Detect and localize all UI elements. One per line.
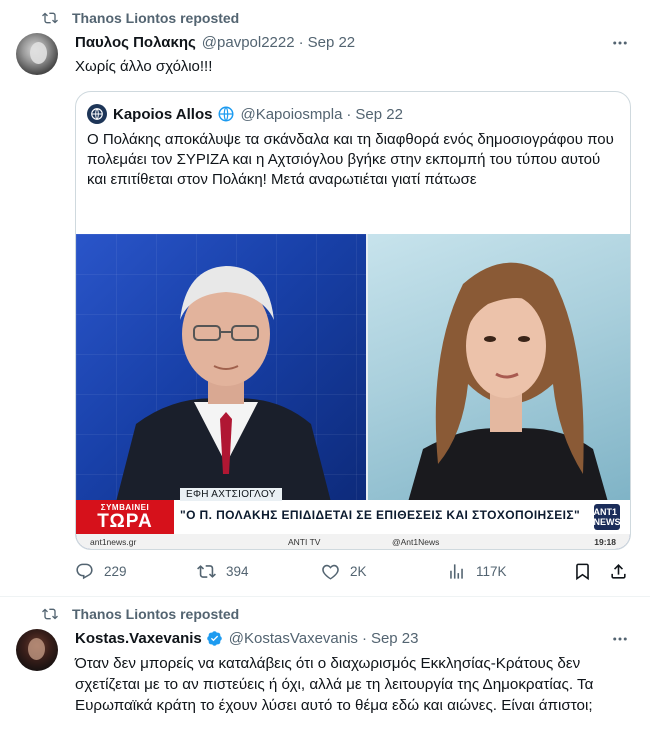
tag-big-text: ΤΩΡΑ (97, 511, 153, 532)
tweet-text: Όταν δεν μπορείς να καταλάβεις ότι ο δια… (75, 655, 594, 714)
guest-figure (408, 262, 608, 502)
avatar[interactable] (16, 33, 58, 75)
share-button[interactable] (609, 562, 638, 581)
repost-icon (197, 565, 216, 578)
repost-label: Thanos Liontos reposted (72, 606, 240, 622)
author-handle[interactable]: @KostasVaxevanis (229, 630, 358, 647)
like-icon (322, 564, 339, 580)
separator-dot: · (361, 630, 367, 647)
tweet[interactable]: Thanos Liontos reposted Kostas.Vaxevanis… (0, 598, 650, 754)
site-text: ant1news.gr (90, 537, 137, 547)
breaking-tag: ΣΥΜΒΑΙΝΕΙ ΤΩΡΑ (76, 500, 174, 534)
like-button[interactable]: 2K (321, 562, 367, 581)
quote-avatar (87, 104, 107, 124)
bookmark-button[interactable] (573, 562, 602, 581)
video-still-right (368, 234, 630, 502)
repost-context[interactable]: Thanos Liontos reposted (42, 10, 239, 26)
views-icon (450, 564, 463, 579)
speaker-name: ΕΦΗ ΑΧΤΣΙΟΓΛΟΥ (180, 488, 282, 501)
tweet-date[interactable]: Sep 23 (371, 630, 419, 647)
repost-icon (42, 608, 58, 620)
more-button[interactable] (610, 630, 630, 648)
quote-media-image[interactable]: ΣΥΜΒΑΙΝΕΙ ΤΩΡΑ ΕΦΗ ΑΧΤΣΙΟΓΛΟΥ "Ο Π. ΠΟΛΑ… (76, 234, 630, 549)
video-still-left (76, 234, 366, 502)
verified-icon (206, 631, 222, 646)
like-count: 2K (350, 564, 367, 579)
tweet-header: Kostas.Vaxevanis @KostasVaxevanis · Sep … (75, 630, 418, 647)
repost-count: 394 (226, 564, 249, 579)
repost-button[interactable]: 394 (197, 562, 249, 581)
share-icon (611, 564, 626, 579)
globe-avatar-icon (91, 108, 103, 120)
quote-author-name[interactable]: Kapoios Allos (113, 106, 212, 123)
repost-icon (42, 12, 58, 24)
avatar[interactable] (16, 629, 58, 671)
quoted-tweet[interactable]: Kapoios Allos @Kapoiosmpla · Sep 22 Ο Πο… (75, 91, 631, 550)
author-name[interactable]: Kostas.Vaxevanis (75, 630, 202, 647)
author-name[interactable]: Παυλος Πολακης (75, 34, 196, 51)
more-icon (613, 637, 627, 641)
instagram-text: @Ant1News (392, 537, 440, 547)
bookmark-icon (576, 563, 589, 581)
tweet-header: Παυλος Πολακης @pavpol2222 · Sep 22 (75, 34, 355, 51)
ticker-headline: "Ο Π. ΠΟΛΑΚΗΣ ΕΠΙΔΙΔΕΤΑΙ ΣΕ ΕΠΙΘΕΣΕΙΣ ΚΑ… (180, 508, 581, 522)
quote-author-handle[interactable]: @Kapoiosmpla (240, 106, 342, 123)
reply-count: 229 (104, 564, 127, 579)
repost-label: Thanos Liontos reposted (72, 10, 240, 26)
quote-header: Kapoios Allos @Kapoiosmpla · Sep 22 (87, 104, 403, 124)
separator-dot: · (346, 105, 352, 123)
action-bar: 229 394 2K 117K (75, 560, 635, 586)
globe-icon (218, 106, 234, 122)
separator-dot: · (298, 34, 304, 51)
tweet-date[interactable]: Sep 22 (308, 34, 356, 51)
view-count: 117K (476, 564, 507, 579)
info-strip: ant1news.gr ANTI TV @Ant1News 19:18 (76, 534, 630, 549)
more-button[interactable] (610, 34, 630, 52)
views-button[interactable]: 117K (447, 562, 507, 581)
reply-button[interactable]: 229 (75, 562, 127, 581)
tv-text: ANTI TV (288, 537, 321, 547)
repost-context[interactable]: Thanos Liontos reposted (42, 606, 239, 622)
clock-text: 19:18 (594, 537, 616, 547)
quote-date[interactable]: Sep 22 (355, 106, 403, 123)
tweet[interactable]: Thanos Liontos reposted Παυλος Πολακης @… (0, 0, 650, 597)
reply-icon (76, 563, 93, 580)
presenter-figure (116, 266, 331, 502)
channel-logo: ANT1 NEWS (594, 504, 621, 530)
quote-text: Ο Πολάκης αποκάλυψε τα σκάνδαλα και τη δ… (87, 131, 614, 188)
tweet-text: Χωρίς άλλο σχόλιο!!! (75, 58, 213, 75)
author-handle[interactable]: @pavpol2222 (202, 34, 295, 51)
news-ticker: ΣΥΜΒΑΙΝΕΙ ΤΩΡΑ ΕΦΗ ΑΧΤΣΙΟΓΛΟΥ "Ο Π. ΠΟΛΑ… (76, 488, 630, 534)
more-icon (613, 41, 627, 45)
